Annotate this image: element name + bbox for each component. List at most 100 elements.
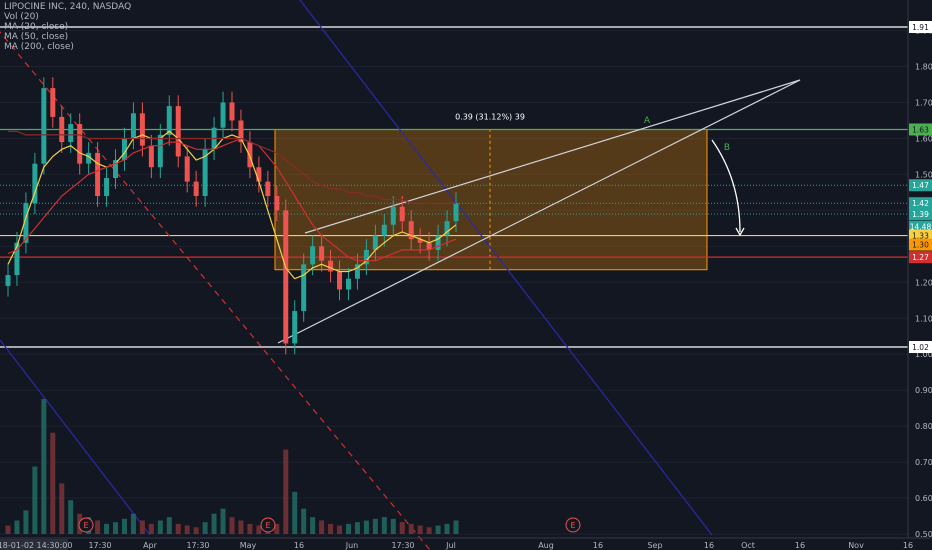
- volume-bar: [328, 523, 334, 534]
- volume-bar: [184, 525, 190, 534]
- x-tick-label: Sep: [647, 541, 662, 550]
- x-tick-label: Aug: [538, 541, 554, 550]
- candle-body: [95, 152, 101, 196]
- volume-bar: [301, 508, 307, 534]
- candle-body: [139, 113, 145, 146]
- candle-body: [390, 206, 396, 225]
- x-tick-label: 16: [795, 541, 805, 550]
- chart-legend: LIPOCINE INC, 240, NASDAQ Vol (20) MA (2…: [4, 2, 131, 52]
- x-tick-label: 17:30: [88, 541, 111, 550]
- candle-body: [399, 206, 405, 222]
- volume-bar: [113, 522, 119, 534]
- measure-label: 0.39 (31.12%) 39: [455, 112, 525, 121]
- candle-body: [337, 271, 343, 290]
- x-tick-label: 17:30: [186, 541, 209, 550]
- candle-body: [50, 88, 56, 117]
- x-tick-label: Jun: [345, 541, 359, 550]
- volume-bar: [23, 510, 29, 534]
- earnings-marker-label: E: [83, 521, 88, 530]
- candle-body: [157, 134, 163, 168]
- volume-bar: [337, 525, 343, 534]
- volume-bar: [247, 523, 253, 534]
- volume-bar: [175, 523, 181, 534]
- candle-body: [310, 246, 316, 265]
- volume-bar: [148, 523, 154, 534]
- symbol-line[interactable]: LIPOCINE INC, 240, NASDAQ: [4, 2, 131, 12]
- y-tick-label: 0.70: [915, 458, 932, 467]
- volume-bar: [157, 520, 163, 534]
- candle-body: [59, 116, 65, 143]
- volume-bar: [381, 517, 387, 534]
- price-axis-bg: [908, 0, 932, 550]
- x-tick-label: Apr: [143, 541, 158, 550]
- volume-bar: [319, 520, 325, 534]
- candle-body: [247, 142, 253, 168]
- x-tick-label: May: [240, 541, 257, 550]
- y-tick-label: 1.60: [915, 134, 932, 143]
- candle-body: [301, 264, 307, 312]
- x-tick-label: Nov: [848, 541, 864, 550]
- volume-bar: [229, 517, 235, 534]
- volume-bar: [193, 527, 199, 534]
- price-axis[interactable]: 0.500.600.700.800.901.001.101.201.301.40…: [907, 0, 932, 550]
- candle-body: [381, 224, 387, 236]
- candle-body: [5, 275, 11, 286]
- volume-bar: [390, 518, 396, 534]
- pattern-label-b: B: [724, 143, 730, 153]
- volume-bar: [121, 518, 127, 534]
- candle-body: [283, 210, 289, 344]
- volume-bar: [256, 525, 262, 534]
- candle-body: [130, 113, 136, 139]
- indicator-ma50[interactable]: MA (50, close): [4, 32, 131, 42]
- pattern-label-a: A: [644, 116, 651, 126]
- volume-bar: [292, 491, 298, 534]
- y-tick-label: 1.20: [915, 278, 932, 287]
- y-tick-label: 1.10: [915, 314, 932, 323]
- candle-body: [193, 181, 199, 196]
- x-tick-label: 2018-01-02 14:30:00: [0, 541, 72, 550]
- candle-body: [453, 203, 459, 222]
- candle-body: [41, 88, 47, 164]
- price-badge-label: 1.47: [912, 181, 929, 190]
- volume-bar: [41, 399, 47, 534]
- y-tick-label: 0.90: [915, 386, 932, 395]
- x-tick-label: Jul: [445, 541, 456, 550]
- volume-bar: [399, 522, 405, 534]
- price-badge-label: 1.42: [912, 199, 929, 208]
- candle-body: [104, 178, 110, 196]
- candle-body: [148, 145, 154, 168]
- volume-bar: [139, 520, 145, 534]
- price-badge-label: 1.02: [912, 343, 929, 352]
- earnings-marker-label: E: [570, 521, 575, 530]
- volume-bar: [220, 508, 226, 534]
- candle-body: [229, 102, 235, 121]
- price-chart[interactable]: 0.39 (31.12%) 39 ABE E E 0.500.600.700.800…: [0, 0, 932, 550]
- volume-bar: [444, 523, 450, 534]
- volume-bar: [202, 522, 208, 534]
- volume-bar: [345, 523, 351, 534]
- volume-bar: [408, 523, 414, 534]
- volume-bar: [453, 520, 459, 534]
- indicator-ma200[interactable]: MA (200, close): [4, 42, 131, 52]
- price-badge-label: 1.91: [912, 23, 929, 32]
- volume-bar: [104, 523, 110, 534]
- candle-body: [220, 102, 226, 128]
- candle-body: [184, 156, 190, 182]
- volume-bar: [50, 432, 56, 534]
- indicator-vol[interactable]: Vol (20): [4, 12, 131, 22]
- x-tick-label: 16: [593, 541, 603, 550]
- candle-body: [345, 278, 351, 290]
- candle-body: [175, 106, 181, 157]
- volume-bar: [238, 520, 244, 534]
- y-tick-label: 1.50: [915, 170, 932, 179]
- indicator-ma20[interactable]: MA (20, close): [4, 22, 131, 32]
- volume-bar: [166, 517, 172, 534]
- candle-body: [68, 124, 74, 143]
- volume-bar: [283, 449, 289, 534]
- x-tick-label: 17:30: [391, 541, 414, 550]
- measure-box[interactable]: 0.39 (31.12%) 39: [274, 112, 708, 271]
- volume-bar: [32, 466, 38, 534]
- volume-bar: [435, 525, 441, 534]
- volume-bar: [426, 527, 432, 534]
- price-badge-label: 1.63: [912, 125, 929, 134]
